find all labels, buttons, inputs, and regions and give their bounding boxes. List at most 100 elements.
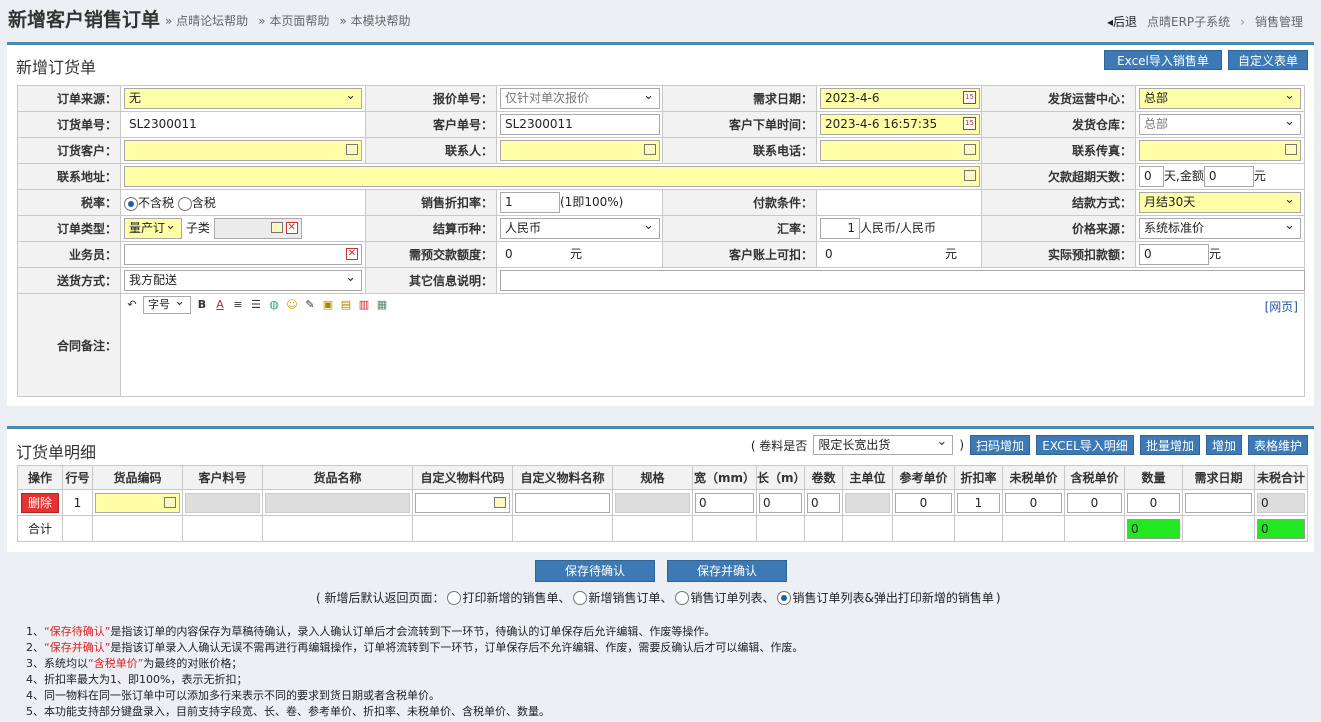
actual-prepay-unit: 元 (1209, 247, 1222, 261)
save-doc-icon[interactable]: ▤ (339, 298, 353, 312)
contact-input[interactable] (500, 140, 660, 161)
actual-prepay-input[interactable]: 0 (1139, 244, 1209, 265)
picker-icon[interactable] (164, 496, 176, 508)
font-color-icon[interactable]: A (213, 298, 227, 312)
picker-icon[interactable] (644, 144, 656, 155)
discount-rate-input[interactable]: 1 (957, 492, 1000, 513)
rolls-input[interactable]: 0 (807, 492, 840, 513)
demand-date-input[interactable]: 2023-4-6 15 (820, 88, 980, 109)
image-icon[interactable]: ▣ (321, 298, 335, 312)
return-new-radio[interactable] (572, 590, 587, 605)
web-mode-link[interactable]: [网页] (1265, 298, 1298, 315)
picker-icon[interactable] (964, 144, 976, 155)
product-code-input[interactable] (95, 492, 180, 513)
address-input[interactable] (124, 166, 980, 187)
settle-currency-select[interactable]: 人民币 (500, 218, 660, 239)
quantity-input[interactable]: 0 (1127, 492, 1180, 513)
customer-credit-unit: 元 (945, 247, 958, 261)
ref-price-input[interactable]: 0 (895, 492, 952, 513)
custom-form-button[interactable]: 自定义表单 (1228, 50, 1308, 70)
phone-input[interactable] (820, 140, 980, 161)
page-help-link[interactable]: » 本页面帮助 (258, 12, 329, 29)
back-link[interactable]: ◂后退 (1107, 13, 1137, 30)
save-pending-button[interactable]: 保存待确认 (535, 560, 655, 582)
order-subtype-input[interactable]: ✕ (213, 218, 302, 239)
save-confirm-button[interactable]: 保存并确认 (667, 560, 787, 582)
return-print-radio[interactable] (446, 590, 461, 605)
col-header: 折扣率 (954, 465, 1003, 490)
delete-row-button[interactable]: 删除 (20, 492, 59, 513)
overdue-amount-input[interactable]: 0 (1203, 166, 1254, 187)
table-maintain-button[interactable]: 表格维护 (1248, 435, 1308, 455)
salesman-input[interactable]: ✕ (124, 244, 362, 265)
excel-import-button[interactable]: Excel导入销售单 (1104, 50, 1222, 70)
module-help-link[interactable]: » 本模块帮助 (339, 12, 410, 29)
contact-label: 联系人： (365, 137, 497, 164)
contract-note-editor[interactable]: ↶ 字号 B A ≡ ☰ ◍ ☺ ✎ ▣ ▤ ▥ ▦ [网页] (120, 293, 1305, 397)
fax-input[interactable] (1139, 140, 1301, 161)
undo-icon[interactable]: ↶ (125, 298, 139, 312)
align-icon[interactable]: ≡ (231, 298, 245, 312)
batch-add-button[interactable]: 批量增加 (1140, 435, 1200, 455)
custom-material-code-input[interactable] (415, 492, 510, 513)
emoticon-icon[interactable]: ☺ (285, 298, 299, 312)
scan-add-button[interactable]: 扫码增加 (970, 435, 1030, 455)
length-input[interactable]: 0 (759, 492, 802, 513)
picker-icon[interactable] (1285, 144, 1297, 155)
globe-link-icon[interactable]: ◍ (267, 298, 281, 312)
order-source-value: 无 (129, 91, 142, 105)
width-input[interactable]: 0 (695, 492, 754, 513)
untaxed-price-input[interactable]: 0 (1005, 492, 1062, 513)
demand-date-cell-input[interactable] (1185, 492, 1252, 513)
col-header: 卷数 (804, 465, 843, 490)
overdue-days-input[interactable]: 0 (1139, 166, 1164, 187)
return-list-print-radio[interactable] (776, 590, 791, 605)
col-header: 货品编码 (92, 465, 183, 490)
order-form: 订单来源： 无 报价单号： 仅针对单次报价 需求日期： 2023-4-6 15 发… (17, 85, 1305, 397)
calendar-icon[interactable]: 15 (963, 91, 976, 104)
tax-excl-radio[interactable] (124, 196, 138, 211)
delivery-method-select[interactable]: 我方配送 (124, 270, 362, 291)
custom-material-name-input[interactable] (515, 492, 610, 513)
picker-icon[interactable] (346, 144, 358, 155)
forum-help-link[interactable]: » 点晴论坛帮助 (165, 12, 248, 29)
overdue-days-label: 欠款超期天数： (981, 163, 1136, 190)
tax-incl-radio[interactable] (177, 196, 192, 211)
price-source-select[interactable]: 系统标准价 (1139, 218, 1301, 239)
quote-no-select[interactable]: 仅针对单次报价 (500, 88, 660, 109)
bold-icon[interactable]: B (195, 298, 209, 312)
order-source-select[interactable]: 无 (124, 88, 362, 109)
edit-icon[interactable]: ✎ (303, 298, 317, 312)
ship-center-select[interactable]: 总部 (1139, 88, 1301, 109)
picker-icon[interactable] (270, 222, 283, 233)
add-button[interactable]: 增加 (1206, 435, 1242, 455)
note-line: 5、本功能支持部分键盘录入，目前支持字段宽、长、卷、参考单价、折扣率、未税单价、… (26, 704, 803, 720)
list-icon[interactable]: ☰ (249, 298, 263, 312)
picker-icon[interactable] (494, 496, 506, 508)
clear-icon[interactable]: ✕ (285, 222, 298, 234)
customer-no-input[interactable]: SL2300011 (500, 114, 660, 135)
media-icon[interactable]: ▦ (375, 298, 389, 312)
flash-icon[interactable]: ▥ (357, 298, 371, 312)
font-size-select[interactable]: 字号 (143, 296, 191, 314)
clear-icon[interactable]: ✕ (346, 248, 358, 260)
untaxed-total-sum: 0 (1257, 518, 1305, 539)
discount-input[interactable]: 1 (500, 192, 560, 213)
breadcrumb-sales[interactable]: 销售管理 (1255, 13, 1303, 30)
picker-icon[interactable] (964, 170, 976, 181)
quantity-total: 0 (1127, 518, 1180, 539)
excel-import-detail-button[interactable]: EXCEL导入明细 (1036, 435, 1134, 455)
calendar-icon[interactable]: 15 (963, 117, 976, 130)
taxed-price-input[interactable]: 0 (1067, 492, 1122, 513)
order-type-select[interactable]: 量产订 (124, 218, 182, 239)
other-info-input[interactable] (500, 270, 1305, 291)
ship-warehouse-select[interactable]: 总部 (1139, 114, 1301, 135)
return-list-radio[interactable] (674, 590, 689, 605)
order-customer-input[interactable] (124, 140, 362, 161)
settle-method-select[interactable]: 月结30天 (1139, 192, 1301, 213)
customer-order-time-input[interactable]: 2023-4-6 16:57:35 15 (820, 114, 980, 135)
demand-date-label: 需求日期： (662, 85, 817, 112)
roll-limit-select[interactable]: 限定长宽出货 (813, 435, 954, 455)
breadcrumb-erp[interactable]: 点晴ERP子系统 (1147, 13, 1230, 30)
exchange-rate-input[interactable]: 1 (820, 218, 860, 239)
